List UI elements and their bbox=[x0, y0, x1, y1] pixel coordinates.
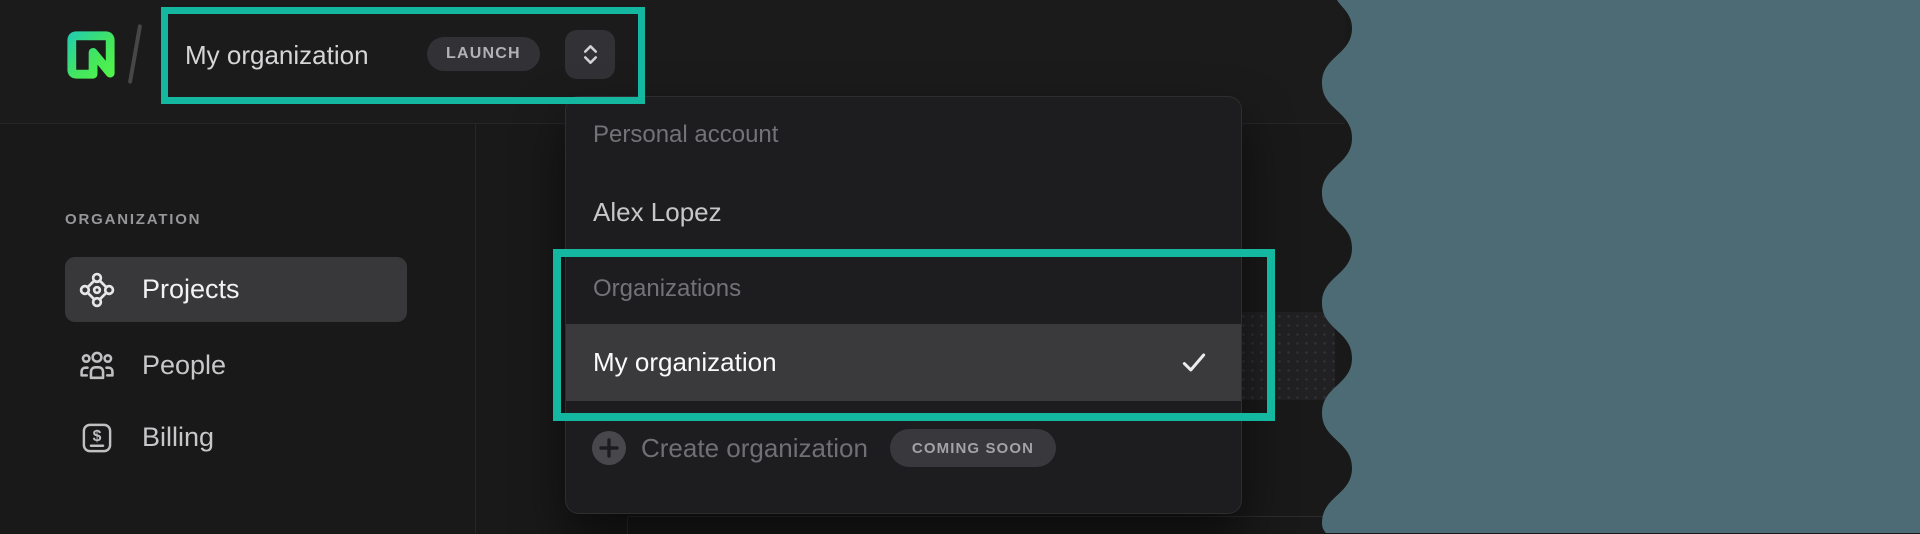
teal-wave-panel bbox=[1290, 0, 1920, 533]
svg-text:$: $ bbox=[93, 428, 102, 445]
menu-item-alex-lopez[interactable]: Alex Lopez bbox=[566, 189, 1241, 235]
menu-item-label: Create organization bbox=[641, 433, 868, 464]
sidebar-item-label: Projects bbox=[142, 274, 240, 305]
coming-soon-label: COMING SOON bbox=[912, 440, 1034, 457]
dropdown-section-personal-account: Personal account bbox=[593, 121, 778, 149]
background-panel-corner bbox=[627, 516, 1336, 534]
sidebar-item-label: People bbox=[142, 350, 226, 381]
projects-nodes-icon bbox=[79, 272, 115, 308]
annotation-box-header bbox=[161, 7, 645, 104]
coming-soon-badge: COMING SOON bbox=[890, 429, 1056, 467]
sidebar-item-people[interactable]: People bbox=[65, 333, 407, 398]
plus-circle-icon bbox=[591, 430, 627, 466]
sidebar-item-projects[interactable]: Projects bbox=[65, 257, 407, 322]
sidebar-section-label: ORGANIZATION bbox=[65, 211, 201, 228]
sidebar-item-label: Billing bbox=[142, 422, 214, 453]
annotation-box-organizations bbox=[553, 249, 1275, 421]
menu-item-create-organization: Create organization COMING SOON bbox=[566, 421, 1241, 475]
billing-dollar-icon: $ bbox=[79, 420, 115, 456]
neon-logo-icon[interactable] bbox=[63, 27, 119, 83]
app-root: My organization LAUNCH ORGANIZATION bbox=[0, 0, 1920, 533]
sidebar-divider bbox=[475, 124, 476, 533]
sidebar-item-billing[interactable]: $ Billing bbox=[65, 405, 407, 470]
people-group-icon bbox=[79, 348, 115, 384]
